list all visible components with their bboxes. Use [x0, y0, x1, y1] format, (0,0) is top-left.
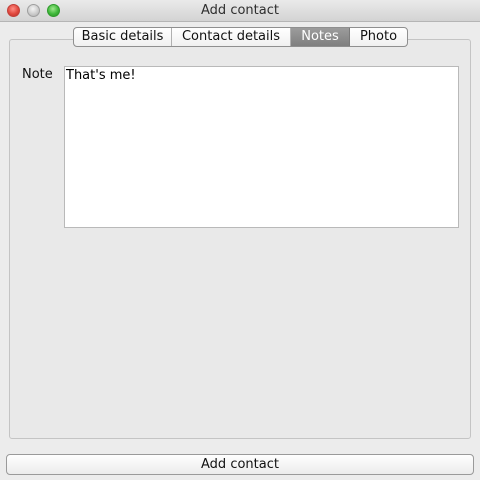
tab-notes[interactable]: Notes: [291, 28, 350, 46]
tab-basic-details[interactable]: Basic details: [74, 28, 172, 46]
note-textarea[interactable]: That's me!: [64, 66, 459, 228]
tab-photo[interactable]: Photo: [350, 28, 407, 46]
add-contact-button[interactable]: Add contact: [6, 454, 474, 475]
note-label: Note: [22, 67, 53, 82]
tab-bar: Basic details Contact details Notes Phot…: [73, 27, 408, 47]
add-contact-window: Add contact Basic details Contact detail…: [0, 0, 480, 480]
tab-contact-details[interactable]: Contact details: [172, 28, 291, 46]
title-bar[interactable]: Add contact: [0, 0, 480, 22]
window-title: Add contact: [201, 3, 279, 18]
